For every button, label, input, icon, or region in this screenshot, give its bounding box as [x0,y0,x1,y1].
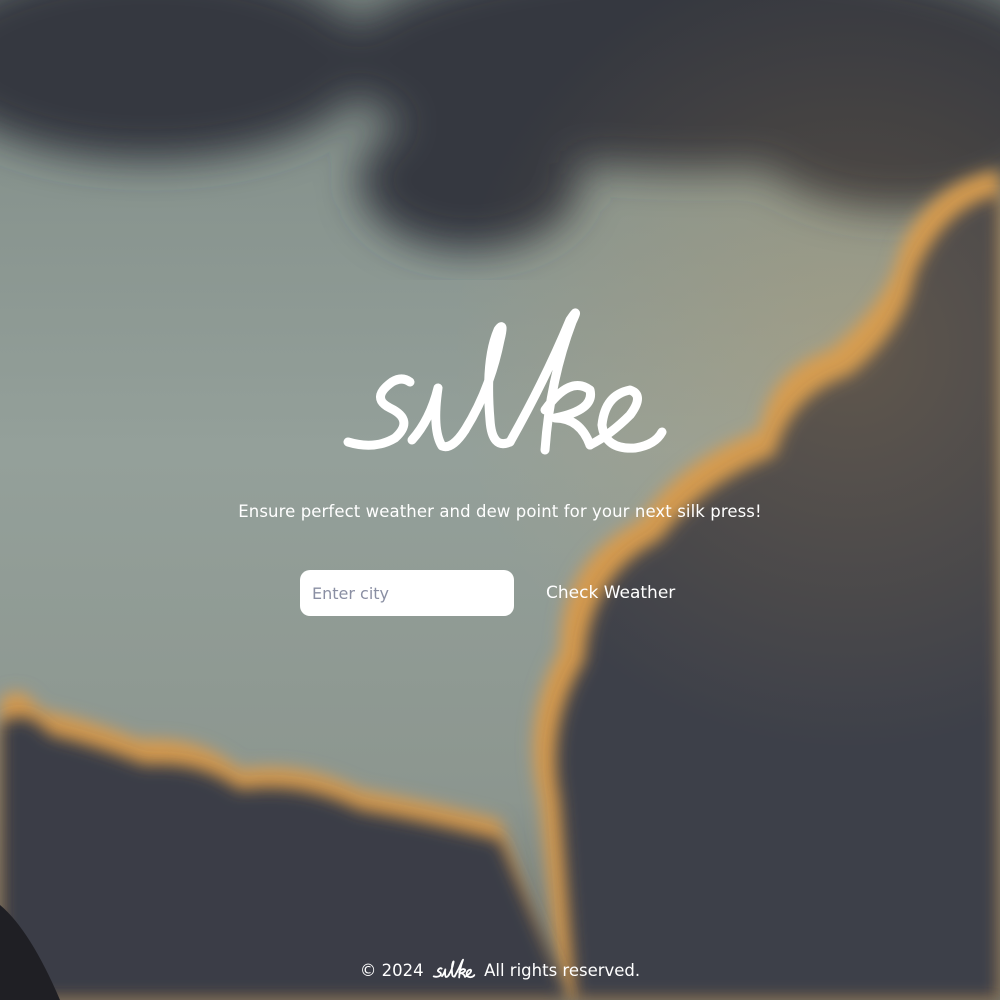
background-clouds-image [0,0,1000,1000]
city-search-input[interactable] [300,570,514,616]
footer: © 2024 All rights reserved. [0,958,1000,982]
footer-silke-logo [432,958,476,979]
rights-text: All rights reserved. [484,961,641,980]
tagline: Ensure perfect weather and dew point for… [238,502,762,521]
check-weather-button[interactable]: Check Weather [536,570,685,616]
silke-logo [343,308,667,455]
copyright-text: © 2024 [359,961,424,980]
